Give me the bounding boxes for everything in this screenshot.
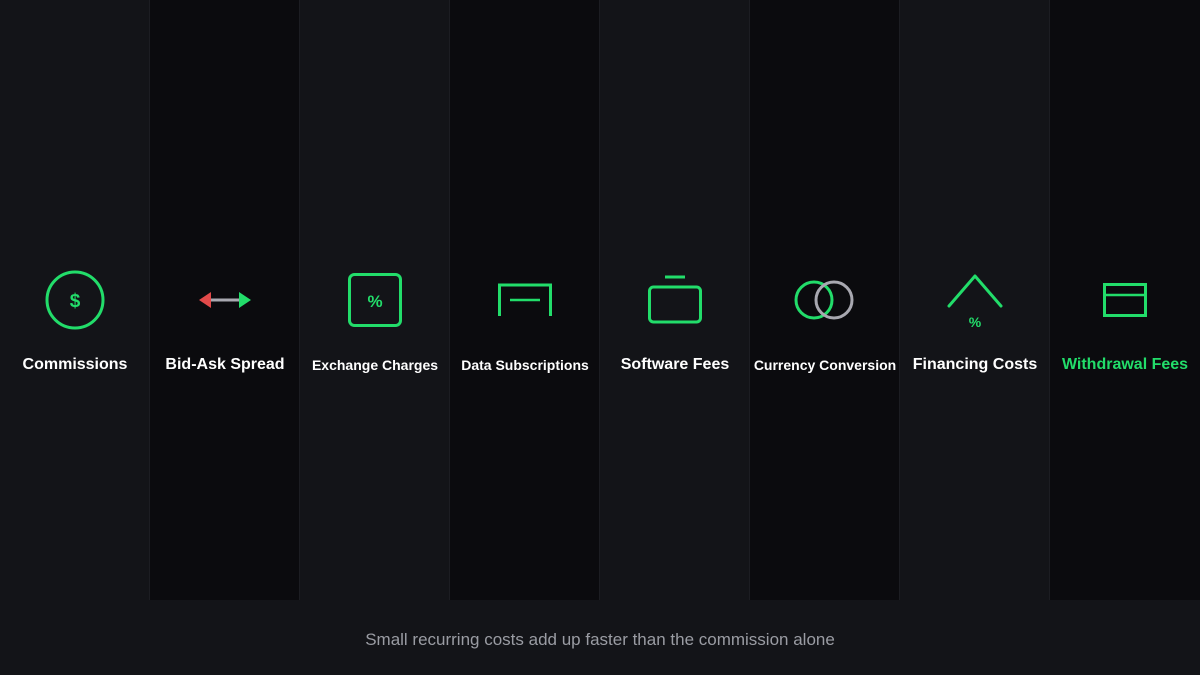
- dollar-circle-icon: $: [45, 270, 105, 330]
- label-software-fees: Software Fees: [620, 356, 730, 373]
- percent-square-icon: %: [348, 273, 402, 327]
- data-feed-icon: [498, 283, 552, 316]
- percent-sign: %: [969, 314, 982, 330]
- double-arrow-icon: [199, 292, 251, 308]
- column-withdrawal-fees: Withdrawal Fees: [1050, 0, 1200, 600]
- column-currency-conversion: Currency Conversion: [750, 0, 900, 600]
- label-exchange-charges: Exchange Charges: [311, 357, 439, 373]
- cost-columns: $ Commissions Bid-Ask Spread % Exchange …: [0, 0, 1200, 600]
- caption: Small recurring costs add up faster than…: [365, 630, 835, 649]
- label-bid-ask-spread: Bid-Ask Spread: [165, 356, 285, 373]
- label-commissions: Commissions: [22, 356, 128, 373]
- chevron-up-percent-icon: %: [947, 274, 1003, 330]
- label-data-subscriptions: Data Subscriptions: [461, 357, 589, 373]
- column-financing-costs: % Financing Costs: [900, 0, 1050, 600]
- label-financing-costs: Financing Costs: [912, 356, 1038, 373]
- label-withdrawal-fees: Withdrawal Fees: [1061, 356, 1189, 373]
- label-currency-conversion: Currency Conversion: [753, 357, 897, 373]
- overlapping-circles-icon: [794, 280, 854, 320]
- column-exchange-charges: % Exchange Charges: [300, 0, 450, 600]
- column-software-fees: Software Fees: [600, 0, 750, 600]
- column-bid-ask-spread: Bid-Ask Spread: [150, 0, 300, 600]
- slide: $ Commissions Bid-Ask Spread % Exchange …: [0, 0, 1200, 675]
- withdrawal-card-icon: [1103, 283, 1147, 317]
- percent-sign: %: [367, 292, 382, 311]
- column-commissions: $ Commissions: [0, 0, 150, 600]
- software-box-icon: [648, 275, 702, 324]
- dollar-sign: $: [70, 291, 81, 312]
- column-data-subscriptions: Data Subscriptions: [450, 0, 600, 600]
